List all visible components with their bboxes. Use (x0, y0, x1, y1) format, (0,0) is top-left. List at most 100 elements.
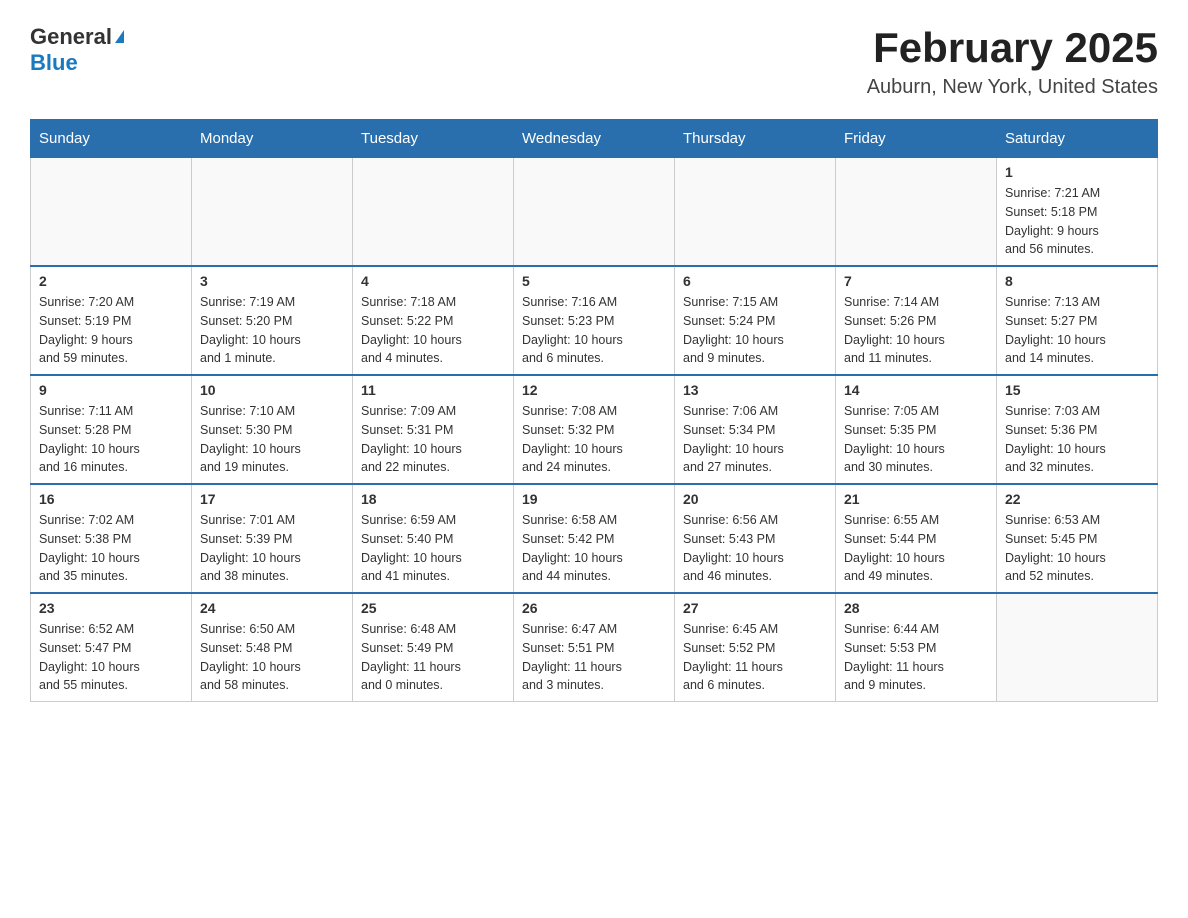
calendar-day-cell: 12 Sunrise: 7:08 AM Sunset: 5:32 PM Dayli… (514, 375, 675, 484)
day-number: 11 (361, 382, 505, 398)
day-info: Sunrise: 7:06 AM Sunset: 5:34 PM Dayligh… (683, 402, 827, 477)
day-of-week-header: Tuesday (353, 120, 514, 158)
logo-general: General (30, 24, 112, 50)
day-number: 18 (361, 491, 505, 507)
logo-blue: Blue (30, 50, 78, 76)
calendar-day-cell: 2 Sunrise: 7:20 AM Sunset: 5:19 PM Daylig… (31, 266, 192, 375)
calendar-day-cell (31, 158, 192, 267)
day-info: Sunrise: 6:56 AM Sunset: 5:43 PM Dayligh… (683, 511, 827, 586)
calendar-day-cell: 23 Sunrise: 6:52 AM Sunset: 5:47 PM Dayli… (31, 593, 192, 702)
day-info: Sunrise: 6:48 AM Sunset: 5:49 PM Dayligh… (361, 620, 505, 695)
calendar-day-cell: 15 Sunrise: 7:03 AM Sunset: 5:36 PM Dayli… (997, 375, 1158, 484)
calendar-day-cell: 17 Sunrise: 7:01 AM Sunset: 5:39 PM Dayli… (192, 484, 353, 593)
page-header: General Blue February 2025 Auburn, New Y… (30, 24, 1158, 99)
day-info: Sunrise: 7:01 AM Sunset: 5:39 PM Dayligh… (200, 511, 344, 586)
day-of-week-header: Sunday (31, 120, 192, 158)
calendar-day-cell: 1 Sunrise: 7:21 AM Sunset: 5:18 PM Daylig… (997, 158, 1158, 267)
day-number: 16 (39, 491, 183, 507)
day-of-week-header: Friday (836, 120, 997, 158)
day-number: 28 (844, 600, 988, 616)
day-number: 8 (1005, 273, 1149, 289)
calendar-day-cell: 5 Sunrise: 7:16 AM Sunset: 5:23 PM Daylig… (514, 266, 675, 375)
day-number: 19 (522, 491, 666, 507)
day-number: 25 (361, 600, 505, 616)
calendar-title: February 2025 (867, 24, 1158, 72)
day-info: Sunrise: 7:19 AM Sunset: 5:20 PM Dayligh… (200, 293, 344, 368)
calendar-day-cell: 14 Sunrise: 7:05 AM Sunset: 5:35 PM Dayli… (836, 375, 997, 484)
day-number: 13 (683, 382, 827, 398)
calendar-week-row: 16 Sunrise: 7:02 AM Sunset: 5:38 PM Dayli… (31, 484, 1158, 593)
calendar-day-cell (192, 158, 353, 267)
day-info: Sunrise: 7:09 AM Sunset: 5:31 PM Dayligh… (361, 402, 505, 477)
calendar-day-cell: 19 Sunrise: 6:58 AM Sunset: 5:42 PM Dayli… (514, 484, 675, 593)
day-number: 23 (39, 600, 183, 616)
calendar-week-row: 1 Sunrise: 7:21 AM Sunset: 5:18 PM Daylig… (31, 158, 1158, 267)
day-info: Sunrise: 7:05 AM Sunset: 5:35 PM Dayligh… (844, 402, 988, 477)
day-of-week-header: Saturday (997, 120, 1158, 158)
day-info: Sunrise: 7:16 AM Sunset: 5:23 PM Dayligh… (522, 293, 666, 368)
calendar-day-cell (675, 158, 836, 267)
calendar-day-cell: 28 Sunrise: 6:44 AM Sunset: 5:53 PM Dayli… (836, 593, 997, 702)
calendar-day-cell (997, 593, 1158, 702)
day-number: 17 (200, 491, 344, 507)
day-info: Sunrise: 7:02 AM Sunset: 5:38 PM Dayligh… (39, 511, 183, 586)
day-info: Sunrise: 7:03 AM Sunset: 5:36 PM Dayligh… (1005, 402, 1149, 477)
day-number: 4 (361, 273, 505, 289)
day-info: Sunrise: 7:08 AM Sunset: 5:32 PM Dayligh… (522, 402, 666, 477)
day-number: 6 (683, 273, 827, 289)
calendar-day-cell: 20 Sunrise: 6:56 AM Sunset: 5:43 PM Dayli… (675, 484, 836, 593)
calendar-day-cell: 16 Sunrise: 7:02 AM Sunset: 5:38 PM Dayli… (31, 484, 192, 593)
calendar-day-cell: 9 Sunrise: 7:11 AM Sunset: 5:28 PM Daylig… (31, 375, 192, 484)
day-number: 5 (522, 273, 666, 289)
calendar-header-row: SundayMondayTuesdayWednesdayThursdayFrid… (31, 120, 1158, 158)
calendar-day-cell: 27Sunrise: 6:45 AM Sunset: 5:52 PM Dayli… (675, 593, 836, 702)
day-info: Sunrise: 7:13 AM Sunset: 5:27 PM Dayligh… (1005, 293, 1149, 368)
day-info: Sunrise: 7:15 AM Sunset: 5:24 PM Dayligh… (683, 293, 827, 368)
day-info: Sunrise: 7:14 AM Sunset: 5:26 PM Dayligh… (844, 293, 988, 368)
day-info: Sunrise: 6:55 AM Sunset: 5:44 PM Dayligh… (844, 511, 988, 586)
day-info: Sunrise: 6:58 AM Sunset: 5:42 PM Dayligh… (522, 511, 666, 586)
day-info: Sunrise: 7:18 AM Sunset: 5:22 PM Dayligh… (361, 293, 505, 368)
day-info: Sunrise: 7:21 AM Sunset: 5:18 PM Dayligh… (1005, 184, 1149, 259)
calendar-week-row: 23 Sunrise: 6:52 AM Sunset: 5:47 PM Dayli… (31, 593, 1158, 702)
calendar-day-cell: 4 Sunrise: 7:18 AM Sunset: 5:22 PM Daylig… (353, 266, 514, 375)
day-number: 20 (683, 491, 827, 507)
calendar-day-cell (836, 158, 997, 267)
day-info: Sunrise: 6:44 AM Sunset: 5:53 PM Dayligh… (844, 620, 988, 695)
day-number: 24 (200, 600, 344, 616)
day-number: 10 (200, 382, 344, 398)
day-of-week-header: Thursday (675, 120, 836, 158)
day-number: 12 (522, 382, 666, 398)
day-number: 1 (1005, 164, 1149, 180)
day-info: Sunrise: 6:47 AM Sunset: 5:51 PM Dayligh… (522, 620, 666, 695)
day-number: 27 (683, 600, 827, 616)
day-info: Sunrise: 7:10 AM Sunset: 5:30 PM Dayligh… (200, 402, 344, 477)
day-number: 7 (844, 273, 988, 289)
calendar-subtitle: Auburn, New York, United States (867, 76, 1158, 99)
calendar-day-cell: 3Sunrise: 7:19 AM Sunset: 5:20 PM Daylig… (192, 266, 353, 375)
calendar-day-cell: 26Sunrise: 6:47 AM Sunset: 5:51 PM Dayli… (514, 593, 675, 702)
calendar-day-cell: 11 Sunrise: 7:09 AM Sunset: 5:31 PM Dayli… (353, 375, 514, 484)
calendar-day-cell: 25 Sunrise: 6:48 AM Sunset: 5:49 PM Dayli… (353, 593, 514, 702)
logo: General Blue (30, 24, 124, 76)
day-info: Sunrise: 7:11 AM Sunset: 5:28 PM Dayligh… (39, 402, 183, 477)
day-number: 9 (39, 382, 183, 398)
day-info: Sunrise: 6:52 AM Sunset: 5:47 PM Dayligh… (39, 620, 183, 695)
calendar-day-cell: 18Sunrise: 6:59 AM Sunset: 5:40 PM Dayli… (353, 484, 514, 593)
day-of-week-header: Wednesday (514, 120, 675, 158)
day-info: Sunrise: 7:20 AM Sunset: 5:19 PM Dayligh… (39, 293, 183, 368)
calendar-day-cell: 8 Sunrise: 7:13 AM Sunset: 5:27 PM Daylig… (997, 266, 1158, 375)
day-number: 14 (844, 382, 988, 398)
calendar-day-cell (353, 158, 514, 267)
day-info: Sunrise: 6:53 AM Sunset: 5:45 PM Dayligh… (1005, 511, 1149, 586)
calendar-week-row: 2 Sunrise: 7:20 AM Sunset: 5:19 PM Daylig… (31, 266, 1158, 375)
calendar-day-cell: 6 Sunrise: 7:15 AM Sunset: 5:24 PM Daylig… (675, 266, 836, 375)
logo-triangle-icon (115, 30, 124, 43)
calendar-week-row: 9 Sunrise: 7:11 AM Sunset: 5:28 PM Daylig… (31, 375, 1158, 484)
calendar-day-cell: 10 Sunrise: 7:10 AM Sunset: 5:30 PM Dayli… (192, 375, 353, 484)
day-number: 2 (39, 273, 183, 289)
day-number: 15 (1005, 382, 1149, 398)
calendar-day-cell: 13 Sunrise: 7:06 AM Sunset: 5:34 PM Dayli… (675, 375, 836, 484)
calendar-day-cell: 24Sunrise: 6:50 AM Sunset: 5:48 PM Dayli… (192, 593, 353, 702)
day-number: 21 (844, 491, 988, 507)
